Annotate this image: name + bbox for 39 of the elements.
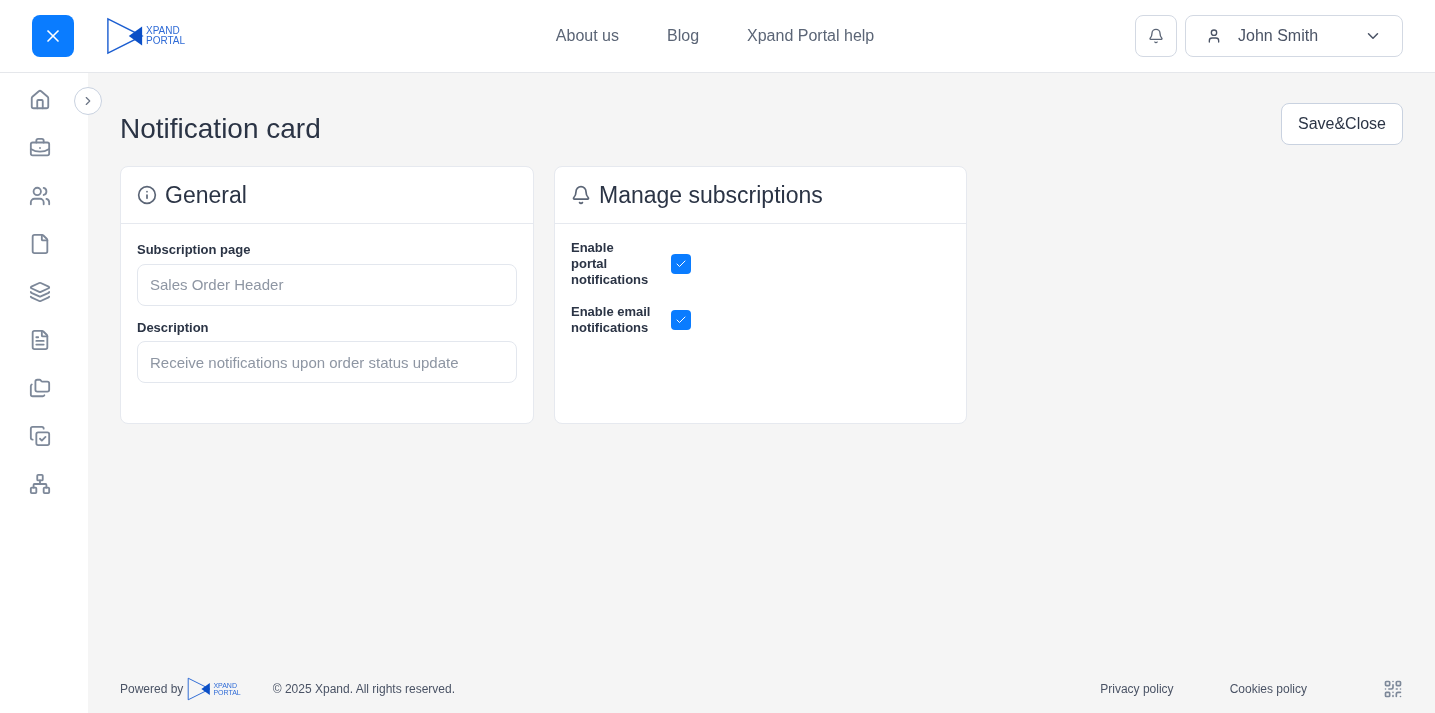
- logo-icon: [106, 17, 144, 55]
- checkbox[interactable]: [671, 310, 691, 330]
- footer-link[interactable]: Cookies policy: [1229, 680, 1307, 698]
- user-icon: [1206, 28, 1222, 44]
- hierarchy-icon[interactable]: [29, 473, 51, 495]
- checked-copies-icon[interactable]: [29, 425, 51, 447]
- document-icon[interactable]: [29, 329, 51, 351]
- copyright-text: © 2025 Xpand. All rights reserved.: [272, 681, 456, 698]
- save-close-button[interactable]: Save&Close: [1280, 103, 1403, 145]
- info-icon: [137, 185, 157, 205]
- nav-link[interactable]: Xpand Portal help: [747, 24, 875, 48]
- card-title: General: [165, 180, 247, 210]
- folders-icon[interactable]: [29, 377, 51, 399]
- nav-link[interactable]: Blog: [667, 24, 700, 48]
- logo-text: XPAND PORTAL: [146, 26, 186, 46]
- field-label: Description: [137, 318, 210, 337]
- field-label: Subscription page: [137, 241, 252, 259]
- checkbox[interactable]: [671, 254, 691, 274]
- people-icon[interactable]: [29, 185, 51, 207]
- check-icon: [675, 314, 687, 326]
- page-title: Notification card: [120, 112, 321, 146]
- briefcase-icon[interactable]: [29, 137, 51, 159]
- option-label: Enable portal notifications: [571, 240, 650, 288]
- powered-by-text: Powered by: [120, 681, 184, 698]
- user-menu-button[interactable]: John Smith: [1185, 15, 1403, 57]
- check-icon: [675, 258, 687, 270]
- qr-code-icon[interactable]: [1383, 679, 1403, 699]
- option-label: Enable email notifications: [571, 304, 651, 336]
- notifications-button[interactable]: [1135, 15, 1177, 57]
- layers-icon[interactable]: [29, 281, 51, 303]
- bell-icon: [1148, 28, 1164, 44]
- close-menu-button[interactable]: [32, 15, 74, 57]
- nav-link[interactable]: About us: [555, 24, 619, 48]
- footer-link[interactable]: Privacy policy: [1100, 680, 1174, 698]
- bell-icon: [571, 185, 591, 205]
- page-icon[interactable]: [29, 233, 51, 255]
- card-title: Manage subscriptions: [599, 180, 823, 210]
- home-icon[interactable]: [29, 89, 51, 111]
- logo-icon: [187, 677, 212, 701]
